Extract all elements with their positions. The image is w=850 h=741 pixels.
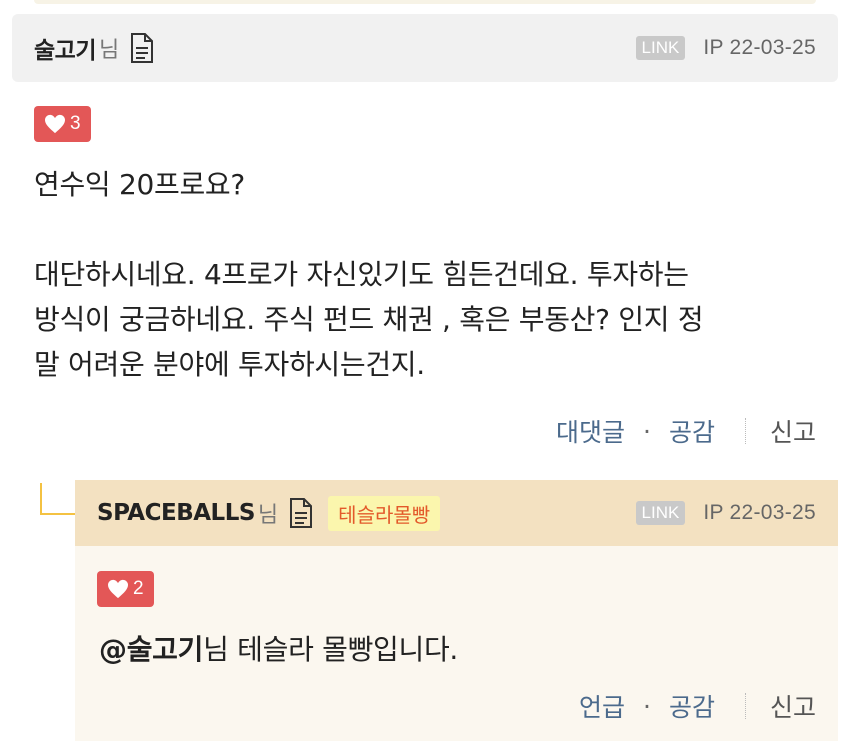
document-icon[interactable]: [288, 497, 314, 529]
reply-author-nickname[interactable]: SPACEBALLS: [97, 500, 255, 526]
mention-link[interactable]: @술고기: [99, 633, 203, 666]
comment-line: 연수익 20프로요?: [34, 168, 245, 201]
previous-comment-edge: [34, 0, 816, 4]
separator-dot: ·: [643, 416, 651, 446]
report-button[interactable]: 신고: [770, 413, 816, 449]
link-badge[interactable]: LINK: [635, 36, 686, 60]
comment-line: 대단하시네요. 4프로가 자신있기도 힘든건데요. 투자하는: [34, 258, 689, 291]
honorific: 님: [98, 38, 120, 63]
like-count-badge: 3: [34, 106, 91, 142]
comment-body: 연수익 20프로요? 대단하시네요. 4프로가 자신있기도 힘든건데요. 투자하…: [34, 162, 820, 387]
like-button[interactable]: 공감: [669, 413, 715, 449]
reply-body: @술고기님 테슬라 몰빵입니다.: [99, 627, 820, 672]
reply-header: SPACEBALLS 님 테슬라몰빵 LINK IP 22-03-25: [75, 480, 838, 546]
link-badge[interactable]: LINK: [635, 501, 686, 525]
document-icon[interactable]: [129, 32, 155, 64]
heart-icon: [108, 579, 128, 599]
like-count: 3: [70, 113, 81, 134]
reply-meta: IP 22-03-25: [703, 501, 816, 524]
comment-line: 방식이 궁금하네요. 주식 펀드 채권 , 혹은 부동산? 인지 정: [34, 303, 704, 336]
user-tag: 테슬라몰빵: [328, 495, 441, 531]
reply-actions: 언급 · 공감 신고: [579, 688, 816, 724]
divider: [744, 418, 746, 444]
like-count-badge: 2: [97, 571, 154, 607]
heart-icon: [45, 114, 65, 134]
comment-header: 술고기 님 LINK IP 22-03-25: [12, 14, 838, 82]
separator-dot: ·: [643, 691, 651, 721]
comment-author-nickname[interactable]: 술고기: [34, 31, 96, 65]
comment-line: 말 어려운 분야에 투자하시는건지.: [34, 348, 425, 381]
honorific: 님: [257, 503, 279, 528]
mention-button[interactable]: 언급: [579, 688, 625, 724]
report-button[interactable]: 신고: [770, 688, 816, 724]
like-button[interactable]: 공감: [669, 688, 715, 724]
comment-actions: 대댓글 · 공감 신고: [556, 413, 816, 449]
like-count: 2: [133, 578, 144, 599]
reply-connector: [40, 483, 77, 515]
reply-text: 님 테슬라 몰빵입니다.: [203, 633, 459, 666]
comment-meta: IP 22-03-25: [703, 36, 816, 59]
reply-button[interactable]: 대댓글: [556, 413, 625, 449]
divider: [744, 693, 746, 719]
